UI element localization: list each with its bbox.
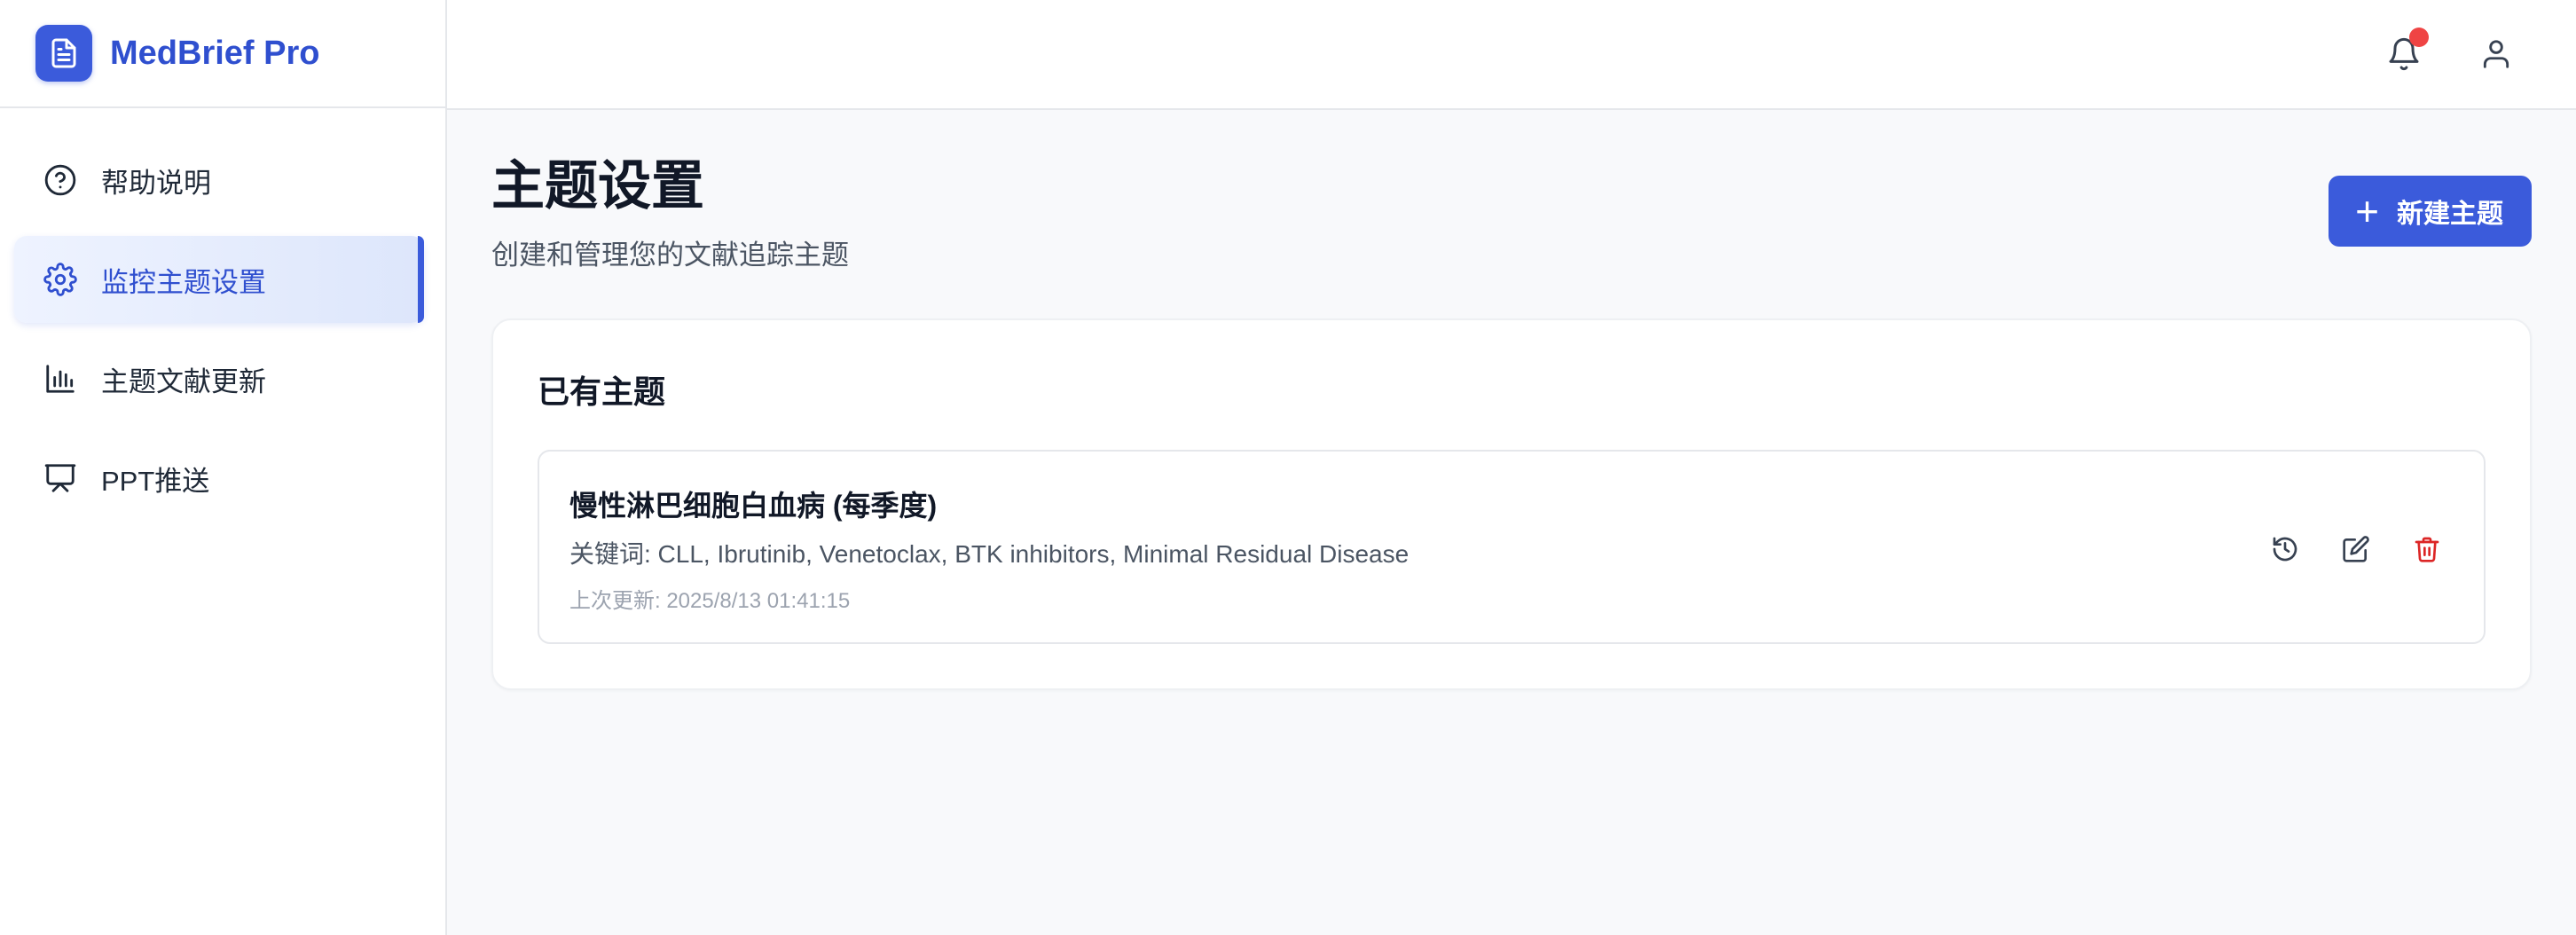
delete-button[interactable]: [2400, 522, 2454, 576]
new-topic-button[interactable]: + 新建主题: [2329, 176, 2532, 247]
document-icon: [35, 25, 92, 82]
user-menu-button[interactable]: [2470, 28, 2523, 81]
content: 主题设置 创建和管理您的文献追踪主题 + 新建主题 已有主题 慢性淋巴细胞白血病…: [447, 110, 2576, 690]
sidebar-nav: 帮助说明 监控主题设置 主题文献更新 PPT推送: [0, 108, 445, 522]
help-circle-icon: [43, 162, 78, 198]
plus-icon: +: [2355, 188, 2379, 234]
sidebar-item-label: 主题文献更新: [101, 365, 266, 397]
page-subtitle: 创建和管理您的文献追踪主题: [491, 240, 849, 271]
gear-icon: [43, 262, 78, 297]
edit-icon: [2343, 535, 2369, 562]
sidebar-item-help[interactable]: 帮助说明: [14, 137, 424, 224]
history-button[interactable]: [2258, 522, 2312, 576]
topbar: [447, 0, 2576, 110]
sidebar: MedBrief Pro 帮助说明 监控主题设置 主题文献更新 PPT推送: [0, 0, 447, 935]
presentation-icon: [43, 460, 78, 496]
page-header: 主题设置 创建和管理您的文献追踪主题 + 新建主题: [491, 154, 2532, 272]
topic-name: 慢性淋巴细胞白血病 (每季度): [569, 490, 938, 522]
page-title: 主题设置: [491, 156, 704, 216]
trash-icon: [2415, 537, 2439, 562]
brand-name: MedBrief Pro: [110, 34, 320, 72]
topic-actions: [2241, 522, 2454, 576]
sidebar-item-ppt-push[interactable]: PPT推送: [14, 435, 424, 522]
app-root: MedBrief Pro 帮助说明 监控主题设置 主题文献更新 PPT推送 主题…: [0, 0, 2576, 935]
history-icon: [2273, 537, 2297, 561]
existing-topics-card: 已有主题 慢性淋巴细胞白血病 (每季度) 关键词: CLL, Ibrutinib…: [491, 318, 2532, 690]
new-topic-label: 新建主题: [2397, 200, 2503, 229]
topic-keywords: 关键词: CLL, Ibrutinib, Venetoclax, BTK inh…: [569, 540, 1410, 568]
topic-item[interactable]: 慢性淋巴细胞白血病 (每季度) 关键词: CLL, Ibrutinib, Ven…: [538, 450, 2486, 644]
brand[interactable]: MedBrief Pro: [0, 0, 445, 108]
main-area: 主题设置 创建和管理您的文献追踪主题 + 新建主题 已有主题 慢性淋巴细胞白血病…: [447, 0, 2576, 935]
sidebar-item-label: PPT推送: [101, 465, 210, 497]
topic-last-updated: 上次更新: 2025/8/13 01:41:15: [569, 589, 851, 613]
sidebar-item-topic-settings[interactable]: 监控主题设置: [14, 236, 424, 323]
existing-topics-title: 已有主题: [538, 373, 666, 410]
notification-badge: [2409, 28, 2429, 47]
sidebar-item-label: 监控主题设置: [101, 266, 266, 298]
topic-info: 慢性淋巴细胞白血病 (每季度) 关键词: CLL, Ibrutinib, Ven…: [569, 483, 1409, 614]
bar-chart-icon: [43, 361, 78, 397]
user-icon: [2483, 40, 2509, 68]
edit-button[interactable]: [2329, 522, 2383, 576]
notifications-button[interactable]: [2377, 28, 2431, 81]
sidebar-item-topic-updates[interactable]: 主题文献更新: [14, 335, 424, 422]
sidebar-item-label: 帮助说明: [101, 167, 211, 199]
